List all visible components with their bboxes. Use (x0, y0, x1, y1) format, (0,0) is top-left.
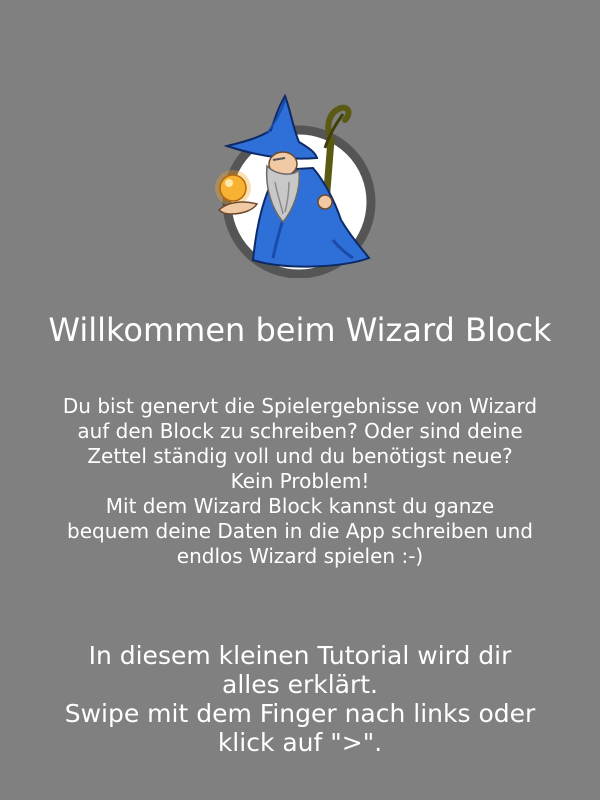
swipe-hint-text: In diesem kleinen Tutorial wird dir alle… (30, 641, 570, 757)
wizard-logo-icon (215, 93, 376, 278)
tutorial-welcome-page[interactable]: Willkommen beim Wizard Block Du bist gen… (0, 0, 600, 800)
intro-line: endlos Wizard spielen :-) (176, 544, 424, 568)
hint-line: In diesem kleinen Tutorial wird dir (88, 641, 512, 670)
intro-line: Mit dem Wizard Block kannst du ganze (105, 494, 495, 518)
intro-line: Kein Problem! (230, 469, 370, 493)
intro-line: Zettel ständig voll und du benötigst neu… (87, 444, 513, 468)
intro-text: Du bist genervt die Spielergebnisse von … (30, 394, 570, 569)
hint-line: klick auf ">". (217, 728, 383, 757)
intro-line: bequem deine Daten in die App schreiben … (67, 519, 533, 543)
hint-line: Swipe mit dem Finger nach links oder (64, 699, 536, 728)
intro-line: auf den Block zu schreiben? Oder sind de… (77, 419, 523, 443)
intro-line: Du bist genervt die Spielergebnisse von … (62, 394, 538, 418)
page-title: Willkommen beim Wizard Block (48, 311, 552, 349)
hint-line: alles erklärt. (222, 670, 378, 699)
